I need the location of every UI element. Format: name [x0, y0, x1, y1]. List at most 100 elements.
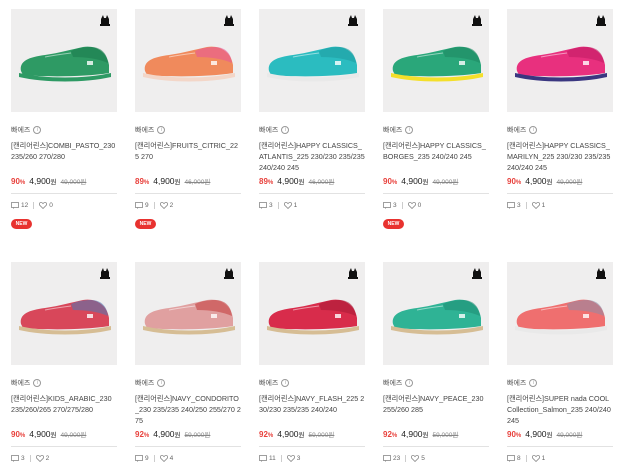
info-icon[interactable]: i: [157, 126, 166, 134]
product-thumbnail[interactable]: [259, 262, 365, 365]
divider: [153, 454, 155, 462]
product-thumbnail[interactable]: [259, 9, 365, 112]
original-price: 46,000원: [308, 179, 335, 186]
product-card[interactable]: 빠에즈 i [캔리어린스]KIDS_ARABIC_230 235/260/265…: [11, 262, 117, 463]
brand-name[interactable]: 빠에즈: [135, 378, 154, 388]
review-meta: 9 4: [135, 446, 241, 463]
heart-icon[interactable]: [411, 454, 420, 462]
brand-name[interactable]: 빠에즈: [259, 378, 278, 388]
brand-name[interactable]: 빠에즈: [259, 125, 278, 135]
product-title[interactable]: [캔리어린스]NAVY_FLASH_225 230/230 235/235 24…: [259, 393, 365, 426]
product-card[interactable]: 빠에즈 i [캔리어린스]HAPPY CLASSICS_MARILYN_225 …: [507, 9, 613, 210]
heart-icon[interactable]: [159, 454, 168, 462]
heart-icon[interactable]: [531, 201, 540, 209]
product-title[interactable]: [캔리어린스]SUPER nada COOL Collection_Salmon…: [507, 393, 613, 426]
sale-price: 4,900원: [277, 176, 305, 186]
product-thumbnail[interactable]: [135, 9, 241, 112]
product-card[interactable]: 빠에즈 i [캔리어린스]NAVY_FLASH_225 230/230 235/…: [259, 262, 365, 463]
heart-icon[interactable]: [286, 454, 295, 462]
review-meta: 3 1: [507, 193, 613, 210]
brand-logo-icon: [596, 15, 606, 26]
brand-name[interactable]: 빠에즈: [11, 125, 30, 135]
sale-price: 4,900원: [525, 429, 553, 439]
info-icon[interactable]: i: [281, 126, 290, 134]
info-icon[interactable]: i: [529, 379, 538, 387]
brand-logo-icon: [348, 268, 358, 279]
info-icon[interactable]: i: [281, 379, 290, 387]
comment-icon: [135, 454, 143, 462]
original-price: 49,000원: [432, 179, 459, 186]
info-icon[interactable]: i: [529, 126, 538, 134]
brand-name[interactable]: 빠에즈: [11, 378, 30, 388]
brand-name[interactable]: 빠에즈: [507, 378, 526, 388]
price-row: 90% 4,900원 49,000원: [11, 176, 117, 188]
product-title[interactable]: [캔리어린스]FRUITS_CITRIC_225 270: [135, 140, 241, 173]
product-thumbnail[interactable]: [11, 262, 117, 365]
info-icon[interactable]: i: [405, 379, 414, 387]
brand-name[interactable]: 빠에즈: [383, 378, 402, 388]
product-card[interactable]: 빠에즈 i [캔리어린스]NAVY_PEACE_230 255/260 285 …: [383, 262, 489, 463]
discount-rate: 89%: [135, 177, 150, 186]
product-card[interactable]: 빠에즈 i [캔리어린스]HAPPY CLASSICS_BORGES_235 2…: [383, 9, 489, 229]
heart-icon[interactable]: [407, 201, 416, 209]
heart-icon[interactable]: [159, 201, 168, 209]
discount-rate: 92%: [135, 430, 150, 439]
brand-logo-icon: [100, 268, 110, 279]
product-title[interactable]: [캔리어린스]NAVY_PEACE_230 255/260 285: [383, 393, 489, 426]
product-thumbnail[interactable]: [11, 9, 117, 112]
product-thumbnail[interactable]: [135, 262, 241, 365]
product-title[interactable]: [캔리어린스]HAPPY CLASSICS_BORGES_235 240/240…: [383, 140, 489, 173]
info-icon[interactable]: i: [157, 379, 166, 387]
comment-count: 3: [517, 201, 521, 209]
product-thumbnail[interactable]: [507, 262, 613, 365]
product-thumbnail[interactable]: [383, 9, 489, 112]
product-thumbnail[interactable]: [507, 9, 613, 112]
discount-rate: 90%: [11, 177, 26, 186]
like-count: 2: [169, 201, 174, 209]
heart-icon[interactable]: [283, 201, 292, 209]
new-badge: NEW: [11, 219, 32, 229]
brand-logo-icon: [100, 15, 110, 26]
brand-row: 빠에즈 i: [507, 378, 613, 388]
product-card[interactable]: 빠에즈 i [캔리어린스]FRUITS_CITRIC_225 270 89% 4…: [135, 9, 241, 229]
product-title[interactable]: [캔리어린스]COMBI_PASTO_230 235/260 270/280: [11, 140, 117, 173]
brand-name[interactable]: 빠에즈: [507, 125, 526, 135]
product-card[interactable]: 빠에즈 i [캔리어린스]HAPPY CLASSICS_ATLANTIS_225…: [259, 9, 365, 210]
comment-icon: [259, 201, 267, 209]
product-card[interactable]: 빠에즈 i [캔리어린스]COMBI_PASTO_230 235/260 270…: [11, 9, 117, 229]
info-icon[interactable]: i: [33, 379, 42, 387]
product-card[interactable]: 빠에즈 i [캔리어린스]NAVY_CONDORITO_230 235/235 …: [135, 262, 241, 463]
info-icon[interactable]: i: [33, 126, 42, 134]
heart-icon[interactable]: [531, 454, 540, 462]
like-count: 4: [169, 454, 174, 462]
product-title[interactable]: [캔리어린스]KIDS_ARABIC_230 235/260/265 270/2…: [11, 393, 117, 426]
original-price: 59,000원: [432, 432, 459, 439]
product-title[interactable]: [캔리어린스]NAVY_CONDORITO_230 235/235 240/25…: [135, 393, 241, 426]
product-thumbnail[interactable]: [383, 262, 489, 365]
shoe-image: [391, 46, 483, 82]
product-title[interactable]: [캔리어린스]HAPPY CLASSICS_ATLANTIS_225 230/2…: [259, 140, 365, 173]
comment-count: 11: [269, 454, 276, 462]
comment-count: 9: [145, 454, 149, 462]
discount-rate: 90%: [507, 177, 522, 186]
comment-count: 3: [269, 201, 273, 209]
brand-name[interactable]: 빠에즈: [135, 125, 154, 135]
info-icon[interactable]: i: [405, 126, 414, 134]
brand-row: 빠에즈 i: [259, 378, 365, 388]
original-price: 59,000원: [184, 432, 211, 439]
product-title[interactable]: [캔리어린스]HAPPY CLASSICS_MARILYN_225 230/23…: [507, 140, 613, 173]
shoe-image: [267, 299, 359, 335]
brand-name[interactable]: 빠에즈: [383, 125, 402, 135]
product-card[interactable]: 빠에즈 i [캔리어린스]SUPER nada COOL Collection_…: [507, 262, 613, 463]
divider: [405, 454, 407, 462]
like-count: 0: [49, 201, 53, 209]
original-price: 49,000원: [60, 179, 87, 186]
comment-icon: [383, 454, 391, 462]
brand-logo-icon: [472, 15, 482, 26]
sale-price: 4,900원: [401, 429, 429, 439]
brand-row: 빠에즈 i: [259, 125, 365, 135]
heart-icon[interactable]: [39, 201, 48, 209]
like-count: 0: [417, 201, 422, 209]
heart-icon[interactable]: [35, 454, 44, 462]
discount-rate: 90%: [383, 177, 398, 186]
